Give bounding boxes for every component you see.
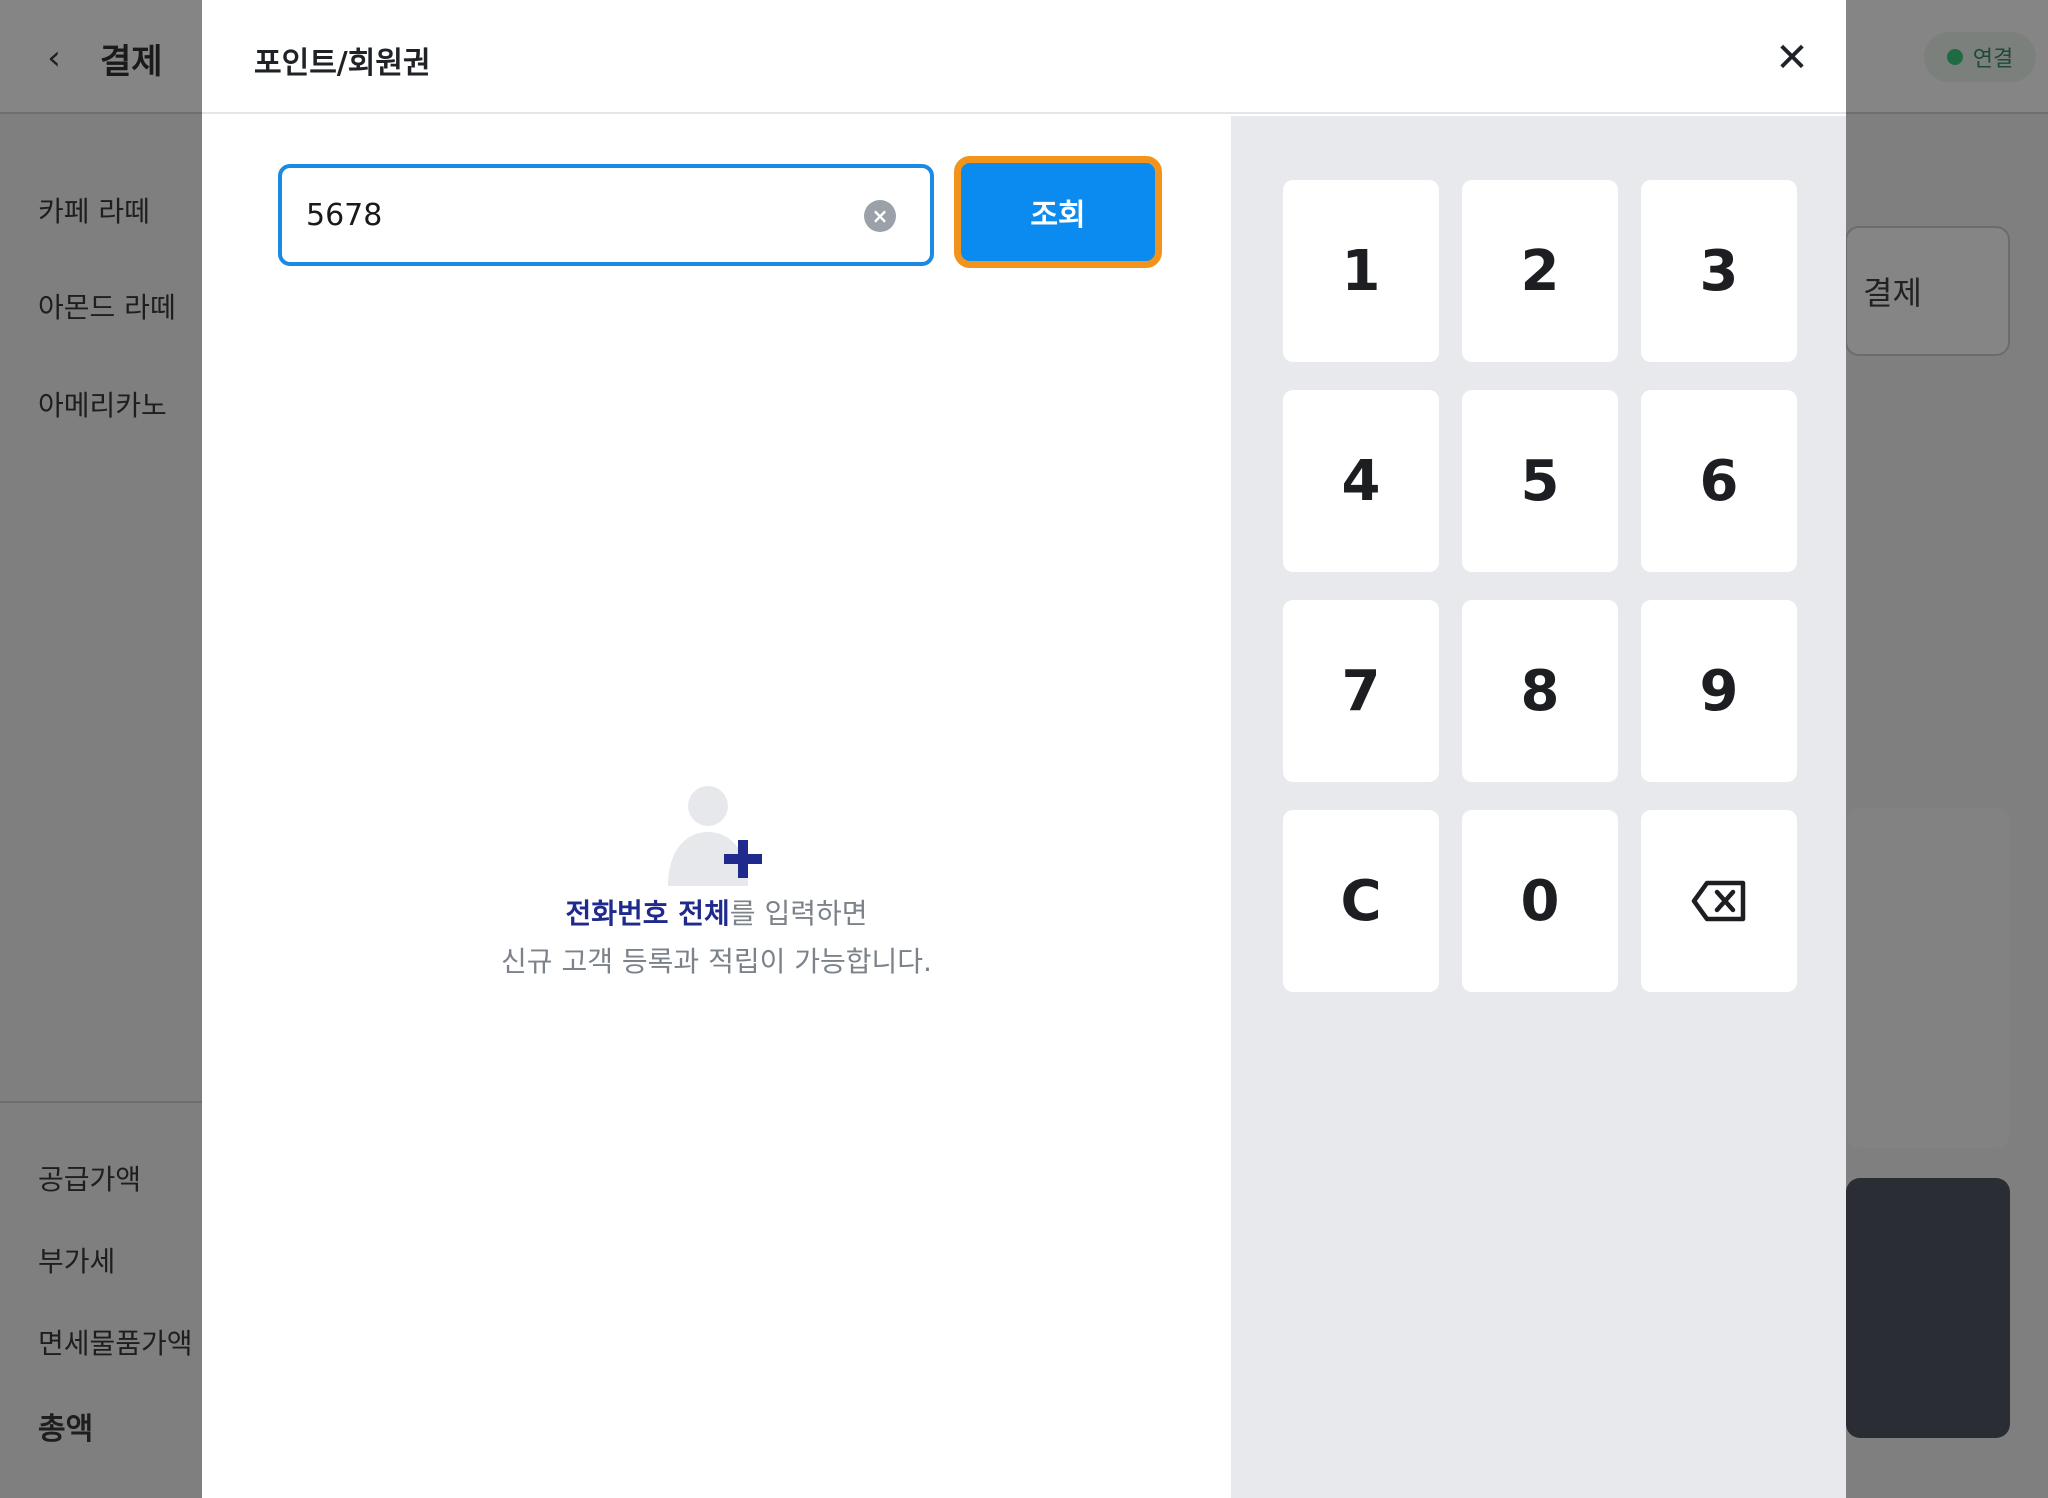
background-pay-label: 결제 [1863,274,1922,312]
summary-supply-label: 공급가액 [38,1163,142,1196]
key-2[interactable]: 2 [1462,180,1618,362]
key-7[interactable]: 7 [1283,600,1439,782]
summary-taxfree-label: 면세물품가액 [38,1327,193,1360]
key-4[interactable]: 4 [1283,390,1439,572]
background-title: 결제 [100,42,163,82]
key-clear[interactable]: C [1283,810,1439,992]
points-membership-modal: 포인트/회원권 ✕ 5678 × 조회 전화번호 전체를 입력하면 신규 고객 … [202,0,1846,1498]
summary-divider [0,1101,202,1103]
clear-input-icon[interactable]: × [864,200,896,232]
add-person-icon [668,786,762,886]
menu-item[interactable]: 아메리카노 [38,384,167,424]
connection-status-label: 연결 [1972,47,2014,72]
lookup-button-label: 조회 [1030,198,1086,233]
hint-line-1: 전화번호 전체를 입력하면 [202,892,1231,932]
hint-line-2: 신규 고객 등록과 적립이 가능합니다. [501,945,932,978]
empty-state: 전화번호 전체를 입력하면 신규 고객 등록과 적립이 가능합니다. [202,766,1231,986]
menu-item[interactable]: 카페 라떼 [38,190,150,230]
key-1[interactable]: 1 [1283,180,1439,362]
background-right-panel [1846,808,2010,1148]
keypad-pane: 1 2 3 4 5 6 7 8 9 C 0 [1231,116,1846,1498]
phone-search-input[interactable]: 5678 [278,164,934,266]
key-backspace[interactable] [1641,810,1797,992]
background-dark-panel [1846,1178,2010,1438]
number-keypad: 1 2 3 4 5 6 7 8 9 C 0 [1283,180,1797,992]
screen: ‹ 결제 연결 카페 라떼 아몬드 라떼 아메리카노 공급가액 부가세 면세물품… [0,0,2048,1498]
summary-vat-label: 부가세 [38,1245,116,1278]
menu-item[interactable]: 아몬드 라떼 [38,286,176,326]
backspace-icon [1691,880,1746,922]
modal-header: 포인트/회원권 ✕ [202,0,1846,114]
background-pay-button[interactable]: 결제 [1845,226,2010,356]
lookup-button[interactable]: 조회 [954,156,1162,268]
summary-total-label: 총액 [38,1412,94,1447]
phone-search-value: 5678 [306,197,383,233]
close-icon[interactable]: ✕ [1772,38,1812,78]
key-0[interactable]: 0 [1462,810,1618,992]
search-pane: 5678 × 조회 전화번호 전체를 입력하면 신규 고객 등록과 적립이 가능… [202,116,1231,1498]
hint-emphasis: 전화번호 전체 [565,897,730,930]
connection-status-badge: 연결 [1924,32,2036,82]
back-chevron-icon[interactable]: ‹ [36,38,72,78]
modal-title: 포인트/회원권 [254,46,431,81]
key-3[interactable]: 3 [1641,180,1797,362]
key-8[interactable]: 8 [1462,600,1618,782]
key-9[interactable]: 9 [1641,600,1797,782]
status-dot-icon [1946,49,1963,65]
key-6[interactable]: 6 [1641,390,1797,572]
key-5[interactable]: 5 [1462,390,1618,572]
hint-rest: 를 입력하면 [729,897,868,930]
